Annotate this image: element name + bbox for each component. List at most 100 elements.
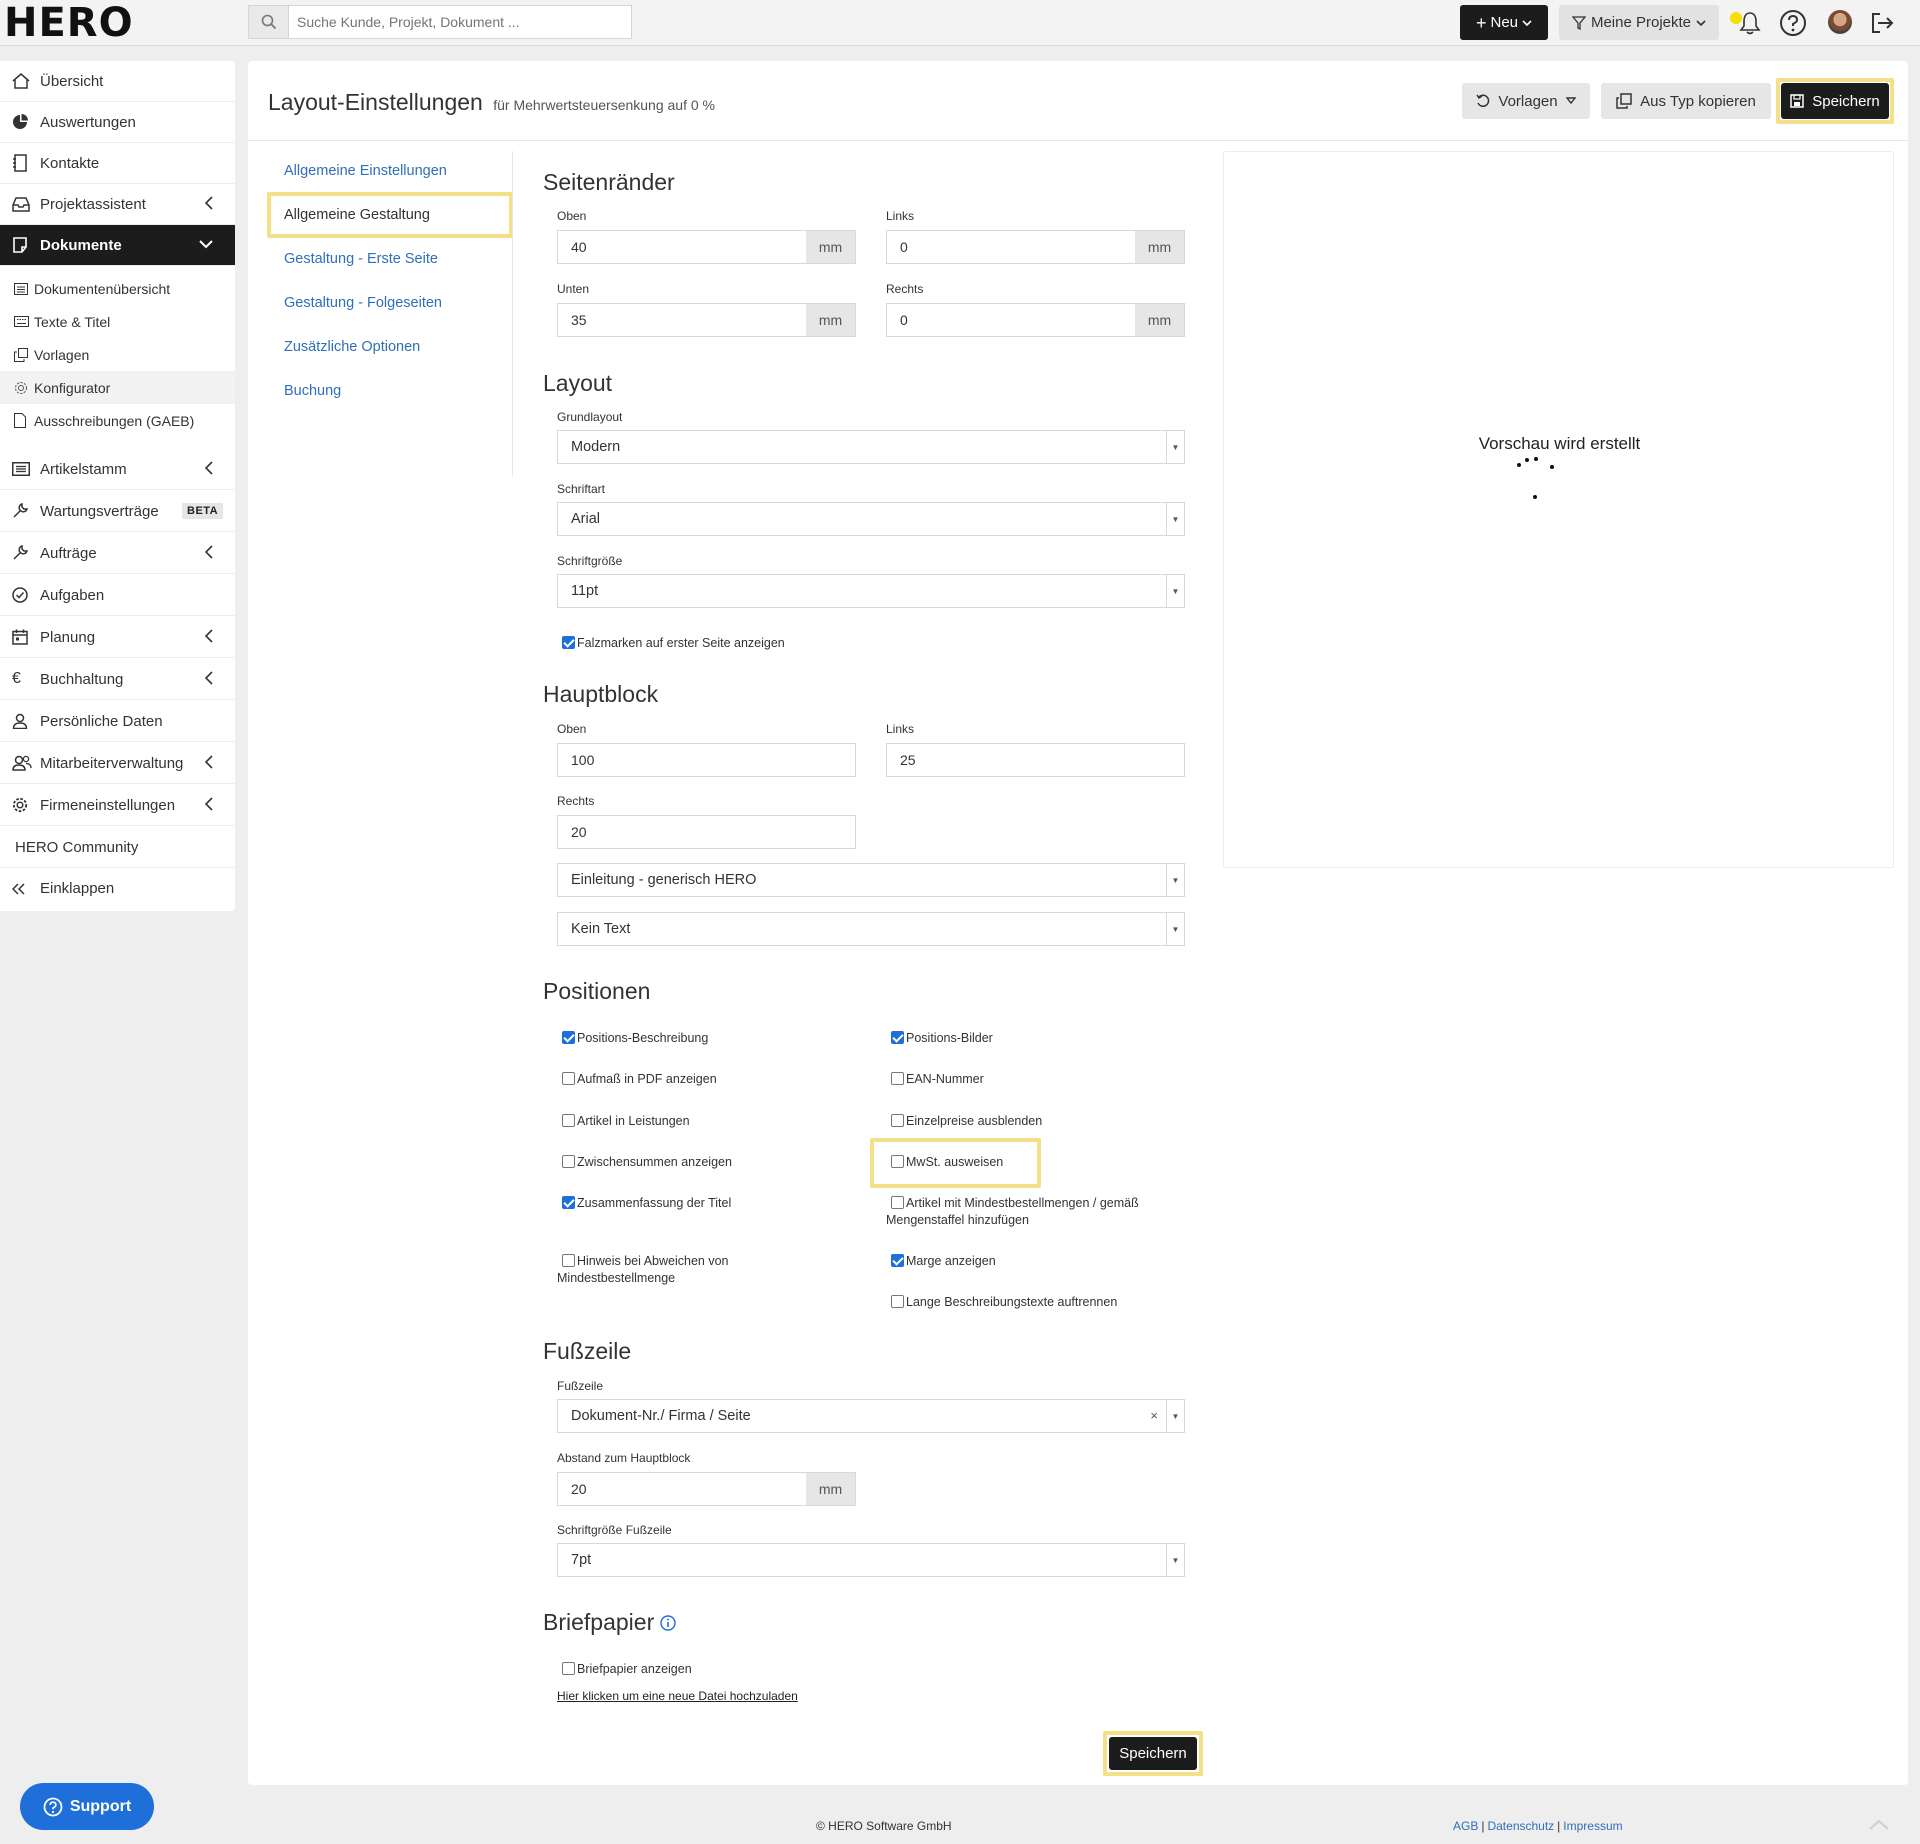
fold-marks-checkbox[interactable]: Falzmarken auf erster Seite anzeigen [562, 635, 785, 652]
show-vat-checkbox[interactable]: MwSt. ausweisen [891, 1154, 1003, 1171]
main-left-input[interactable]: 25 [886, 743, 1185, 777]
sidebar-item-overview[interactable]: Übersicht [0, 61, 235, 102]
hero-logo[interactable]: HERO [4, 2, 134, 44]
checkbox-unchecked[interactable] [891, 1114, 904, 1127]
sidebar-subitem-label: Konfigurator [34, 379, 111, 396]
logout-icon[interactable] [1867, 8, 1897, 38]
tab-additional-options[interactable]: Zusätzliche Optionen [284, 339, 420, 355]
articles-in-services-checkbox[interactable]: Artikel in Leistungen [562, 1113, 690, 1130]
checkbox-unchecked[interactable] [562, 1155, 575, 1168]
footer-link-agb[interactable]: AGB [1453, 1819, 1478, 1833]
margin-top-input[interactable]: 40 [557, 230, 807, 264]
checkbox-unchecked[interactable] [562, 1254, 575, 1267]
main-top-input[interactable]: 100 [557, 743, 856, 777]
sidebar-subitem-tenders[interactable]: Ausschreibungen (GAEB) [0, 404, 235, 437]
help-icon[interactable] [1778, 8, 1808, 38]
split-long-descriptions-checkbox[interactable]: Lange Beschreibungstexte auftrennen [891, 1294, 1117, 1311]
checkbox-unchecked[interactable] [891, 1196, 904, 1209]
my-projects-button[interactable]: Meine Projekte [1559, 5, 1719, 40]
position-description-checkbox[interactable]: Positions-Beschreibung [562, 1030, 708, 1047]
user-avatar[interactable] [1828, 10, 1852, 34]
position-images-checkbox[interactable]: Positions-Bilder [891, 1030, 993, 1047]
footer-select[interactable]: Dokument-Nr./ Firma / Seite × ▼ [557, 1399, 1185, 1433]
footer-font-size-select[interactable]: 7pt ▼ [557, 1543, 1185, 1577]
loading-spinner-dot [1534, 457, 1538, 461]
ean-number-checkbox[interactable]: EAN-Nummer [891, 1071, 984, 1088]
upload-file-link[interactable]: Hier klicken um eine neue Datei hochzula… [557, 1689, 798, 1703]
base-layout-select[interactable]: Modern ▼ [557, 430, 1185, 464]
sidebar-subitem-configurator[interactable]: Konfigurator [0, 371, 235, 404]
checkbox-unchecked[interactable] [891, 1155, 904, 1168]
tab-general-design[interactable]: Allgemeine Gestaltung [284, 207, 430, 223]
sidebar-item-tasks[interactable]: Aufgaben [0, 575, 235, 616]
margin-bottom-input[interactable]: 35 [557, 303, 807, 337]
font-select[interactable]: Arial ▼ [557, 502, 1185, 536]
hide-unit-prices-checkbox[interactable]: Einzelpreise ausblenden [891, 1113, 1042, 1130]
sidebar-subitem-templates[interactable]: Vorlagen [0, 338, 235, 371]
save-bottom-button[interactable]: Speichern [1109, 1737, 1197, 1770]
sidebar-item-documents[interactable]: Dokumente [0, 225, 235, 266]
closing-text-select[interactable]: Kein Text ▼ [557, 912, 1185, 946]
save-button[interactable]: Speichern [1781, 83, 1889, 119]
min-order-articles-checkbox[interactable]: Artikel mit Mindestbestellmengen / gemäß… [886, 1195, 1186, 1229]
tab-general-settings[interactable]: Allgemeine Einstellungen [284, 163, 447, 179]
checkbox-checked[interactable] [891, 1031, 904, 1044]
margin-left-input[interactable]: 0 [886, 230, 1136, 264]
sidebar-item-articles[interactable]: Artikelstamm [0, 449, 235, 490]
checkbox-checked[interactable] [562, 1196, 575, 1209]
title-summary-checkbox[interactable]: Zusammenfassung der Titel [562, 1195, 731, 1212]
checkbox-unchecked[interactable] [562, 1114, 575, 1127]
global-search[interactable] [248, 5, 632, 39]
checkbox-unchecked[interactable] [562, 1662, 575, 1675]
templates-button[interactable]: Vorlagen [1462, 83, 1590, 119]
scroll-to-top-icon[interactable] [1868, 1818, 1890, 1834]
checkbox-unchecked[interactable] [562, 1072, 575, 1085]
sidebar-item-orders[interactable]: Aufträge [0, 533, 235, 574]
sidebar-item-employee-management[interactable]: Mitarbeiterverwaltung [0, 743, 235, 784]
sidebar-item-label: Artikelstamm [40, 460, 127, 478]
caret-down-icon: ▼ [1166, 503, 1184, 535]
footer-link-imprint[interactable]: Impressum [1563, 1819, 1622, 1833]
page-title: Layout-Einstellungen für Mehrwertsteuers… [268, 89, 715, 116]
checkbox-unchecked[interactable] [891, 1072, 904, 1085]
clear-icon[interactable]: × [1150, 1408, 1158, 1423]
tab-first-page-design[interactable]: Gestaltung - Erste Seite [284, 251, 438, 267]
info-icon[interactable] [660, 1614, 676, 1631]
show-letterhead-checkbox[interactable]: Briefpapier anzeigen [562, 1661, 692, 1678]
tab-booking[interactable]: Buchung [284, 383, 341, 399]
search-input[interactable] [297, 6, 627, 38]
footer-link-privacy[interactable]: Datenschutz [1487, 1819, 1554, 1833]
checkbox-checked[interactable] [562, 1031, 575, 1044]
sidebar-item-community[interactable]: HERO Community [0, 827, 235, 868]
sidebar-item-project-assistant[interactable]: Projektassistent [0, 184, 235, 225]
fold-marks-label: Falzmarken auf erster Seite anzeigen [577, 636, 785, 650]
footer-distance-input[interactable]: 20 [557, 1472, 807, 1506]
sidebar-item-planning[interactable]: Planung [0, 617, 235, 658]
loading-spinner-dot [1550, 465, 1554, 469]
checkbox-unchecked[interactable] [891, 1295, 904, 1308]
checkbox-checked[interactable] [891, 1254, 904, 1267]
min-order-deviation-checkbox[interactable]: Hinweis bei Abweichen von Mindestbestell… [557, 1253, 817, 1287]
footer-font-size-label: Schriftgröße Fußzeile [557, 1523, 672, 1537]
new-button[interactable]: + Neu [1460, 5, 1548, 40]
sidebar-item-accounting[interactable]: € Buchhaltung [0, 659, 235, 700]
sidebar-item-personal-data[interactable]: Persönliche Daten [0, 701, 235, 742]
copy-from-type-button[interactable]: Aus Typ kopieren [1601, 83, 1771, 119]
sidebar-subitem-document-overview[interactable]: Dokumentenübersicht [0, 272, 235, 305]
tab-following-pages-design[interactable]: Gestaltung - Folgeseiten [284, 295, 442, 311]
margin-right-input[interactable]: 0 [886, 303, 1136, 337]
sidebar-item-company-settings[interactable]: Firmeneinstellungen [0, 785, 235, 826]
main-right-input[interactable]: 20 [557, 815, 856, 849]
sidebar-item-maintenance-contracts[interactable]: Wartungsverträge BETA [0, 491, 235, 532]
font-size-select[interactable]: 11pt ▼ [557, 574, 1185, 608]
sidebar-item-contacts[interactable]: Kontakte [0, 143, 235, 184]
measurement-pdf-checkbox[interactable]: Aufmaß in PDF anzeigen [562, 1071, 717, 1088]
checkbox-checked[interactable] [562, 636, 575, 649]
subtotals-checkbox[interactable]: Zwischensummen anzeigen [562, 1154, 732, 1171]
sidebar-item-reports[interactable]: Auswertungen [0, 102, 235, 143]
sidebar-subitem-texts-titles[interactable]: Texte & Titel [0, 305, 235, 338]
show-margin-checkbox[interactable]: Marge anzeigen [891, 1253, 996, 1270]
support-button[interactable]: Support [20, 1783, 154, 1830]
sidebar-item-collapse[interactable]: Einklappen [0, 868, 235, 909]
intro-text-select[interactable]: Einleitung - generisch HERO ▼ [557, 863, 1185, 897]
